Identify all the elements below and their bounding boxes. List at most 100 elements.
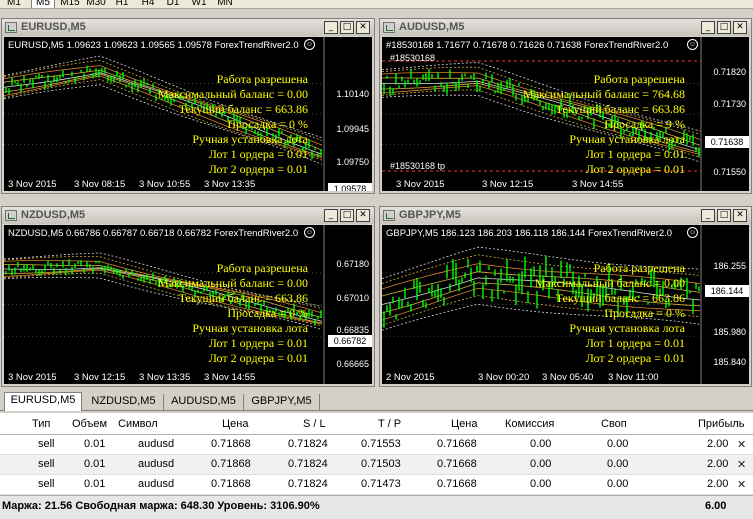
col-header-symbol[interactable]: Символ: [118, 418, 158, 430]
minimize-button[interactable]: _: [701, 21, 715, 34]
window-titlebar[interactable]: NZDUSD,M5 _ □ ✕: [2, 207, 374, 224]
account-summary-text: Маржа: 21.56 Свободная маржа: 648.30 Уро…: [2, 500, 320, 512]
maximize-button[interactable]: □: [717, 209, 731, 222]
chart-window-audusd[interactable]: AUDUSD,M5 _ □ ✕ #18530168 1.71677 0.7167…: [379, 18, 752, 194]
info-line: Лот 2 ордера = 0.01: [585, 351, 685, 365]
tab-audusd[interactable]: AUDUSD,M5: [164, 394, 244, 410]
col-header-profit[interactable]: Прибыль: [698, 418, 745, 430]
tab-eurusd[interactable]: EURUSD,M5: [4, 392, 82, 411]
col-header-price[interactable]: Цена: [451, 418, 477, 430]
cell-symbol: audusd: [138, 478, 175, 490]
info-line: Просадка = 0 %: [227, 306, 308, 320]
tf-m1-button[interactable]: M1: [2, 0, 26, 8]
order-tp-label: #18530168 tp: [390, 161, 446, 171]
tf-mn-button[interactable]: MN: [213, 0, 237, 8]
x-axis-label: 3 Nov 2015: [8, 372, 57, 383]
close-button[interactable]: ✕: [733, 209, 747, 222]
terminal-app: M1 M5 M15 M30 H1 H4 D1 W1 MN EURUSD,M5 _…: [0, 0, 753, 519]
x-axis-label: 3 Nov 14:55: [204, 372, 256, 383]
info-line: Ручная установка лота: [192, 321, 308, 335]
cell-price: 0.71668: [437, 458, 477, 470]
cell-open-price: 0.71868: [211, 458, 251, 470]
y-axis-label: 0.71550: [713, 167, 746, 177]
cell-price: 0.71668: [437, 438, 477, 450]
col-header-volume[interactable]: Объем: [72, 418, 107, 430]
close-button[interactable]: ✕: [733, 21, 747, 34]
maximize-button[interactable]: □: [340, 21, 354, 34]
x-axis-label: 3 Nov 13:35: [204, 179, 256, 190]
window-titlebar[interactable]: AUDUSD,M5 _ □ ✕: [380, 19, 751, 36]
chart-window-eurusd[interactable]: EURUSD,M5 _ □ ✕ EURUSD,M5 1.09623 1.0962…: [1, 18, 375, 194]
close-order-icon[interactable]: ✕: [737, 438, 746, 451]
table-row[interactable]: sell 0.01 audusd 0.71868 0.71824 0.71553…: [0, 435, 753, 455]
cell-tp: 0.71503: [361, 458, 401, 470]
window-titlebar[interactable]: EURUSD,M5 _ □ ✕: [2, 19, 374, 36]
cell-sl: 0.71824: [288, 458, 328, 470]
x-axis-label: 3 Nov 2015: [8, 179, 57, 190]
tf-h4-button[interactable]: H4: [136, 0, 160, 8]
chart-canvas[interactable]: #18530168 1.71677 0.71678 0.71626 0.7163…: [382, 37, 749, 191]
info-line: Максимальный баланс = 0.00: [158, 87, 308, 101]
info-line: Лот 2 ордера = 0.01: [208, 162, 308, 176]
tab-nzdusd[interactable]: NZDUSD,M5: [84, 394, 164, 410]
table-header-row: Тип Объем Символ Цена S / L T / P Цена К…: [0, 415, 753, 435]
col-header-open-price[interactable]: Цена: [222, 418, 248, 430]
y-axis-label: 0.71730: [713, 99, 746, 109]
window-titlebar[interactable]: GBPJPY,M5 _ □ ✕: [380, 207, 751, 224]
tf-w1-button[interactable]: W1: [187, 0, 211, 8]
cell-tp: 0.71473: [361, 478, 401, 490]
info-line: Лот 1 ордера = 0.01: [208, 336, 308, 350]
chart-canvas[interactable]: GBPJPY,M5 186.123 186.203 186.118 186.14…: [382, 225, 749, 384]
y-axis-label: 0.66665: [336, 359, 369, 369]
x-axis-label: 3 Nov 12:15: [74, 372, 126, 383]
close-button[interactable]: ✕: [356, 209, 370, 222]
minimize-button[interactable]: _: [324, 21, 338, 34]
tf-m30-button[interactable]: M30: [84, 0, 108, 8]
orders-table: Тип Объем Символ Цена S / L T / P Цена К…: [0, 413, 753, 495]
cell-volume: 0.01: [84, 438, 106, 450]
window-title: NZDUSD,M5: [21, 209, 86, 221]
col-header-tp[interactable]: T / P: [378, 418, 401, 430]
close-order-icon[interactable]: ✕: [737, 458, 746, 471]
cell-volume: 0.01: [84, 458, 106, 470]
cell-volume: 0.01: [84, 478, 106, 490]
minimize-button[interactable]: _: [701, 209, 715, 222]
tf-m5-button[interactable]: M5: [31, 0, 55, 8]
cell-type: sell: [38, 458, 55, 470]
tf-h1-button[interactable]: H1: [110, 0, 134, 8]
x-axis-label: 3 Nov 2015: [396, 179, 445, 190]
info-line: Максимальный баланс = 0.00: [535, 276, 685, 290]
expert-smiley-icon: ☺: [687, 227, 698, 238]
tf-m15-button[interactable]: M15: [58, 0, 82, 8]
close-order-icon[interactable]: ✕: [737, 478, 746, 491]
cell-type: sell: [38, 478, 55, 490]
chart-canvas[interactable]: EURUSD,M5 1.09623 1.09623 1.09565 1.0957…: [4, 37, 372, 191]
chart-window-nzdusd[interactable]: NZDUSD,M5 _ □ ✕ NZDUSD,M5 0.66786 0.6678…: [1, 206, 375, 387]
tab-gbpjpy[interactable]: GBPJPY,M5: [244, 394, 320, 410]
col-header-commission[interactable]: Комиссия: [505, 418, 554, 430]
x-axis-label: 3 Nov 12:15: [482, 179, 534, 190]
tf-d1-button[interactable]: D1: [161, 0, 185, 8]
y-axis-label: 0.71820: [713, 67, 746, 77]
x-axis-label: 3 Nov 08:15: [74, 179, 126, 190]
maximize-button[interactable]: □: [340, 209, 354, 222]
col-header-swap[interactable]: Своп: [601, 418, 627, 430]
close-button[interactable]: ✕: [356, 21, 370, 34]
minimize-button[interactable]: _: [324, 209, 338, 222]
chart-window-gbpjpy[interactable]: GBPJPY,M5 _ □ ✕ GBPJPY,M5 186.123 186.20…: [379, 206, 752, 387]
current-price-tag: 0.71638: [705, 136, 749, 148]
cell-profit: 2.00: [707, 458, 729, 470]
col-header-type[interactable]: Тип: [32, 418, 50, 430]
y-axis-label: 185.980: [713, 327, 746, 337]
maximize-button[interactable]: □: [717, 21, 731, 34]
x-axis-label: 3 Nov 11:00: [608, 372, 659, 383]
col-header-sl[interactable]: S / L: [303, 418, 326, 430]
table-row[interactable]: sell 0.01 audusd 0.71868 0.71824 0.71503…: [0, 455, 753, 475]
cell-swap: 0.00: [607, 478, 629, 490]
expert-info-block: Работа разрешена Максимальный баланс = 0…: [158, 72, 308, 177]
info-line: Работа разрешена: [216, 72, 308, 86]
table-row[interactable]: sell 0.01 audusd 0.71868 0.71824 0.71473…: [0, 475, 753, 495]
chart-canvas[interactable]: NZDUSD,M5 0.66786 0.66787 0.66718 0.6678…: [4, 225, 372, 384]
current-price-tag: 186.144: [705, 285, 749, 297]
cell-commission: 0.00: [530, 438, 552, 450]
